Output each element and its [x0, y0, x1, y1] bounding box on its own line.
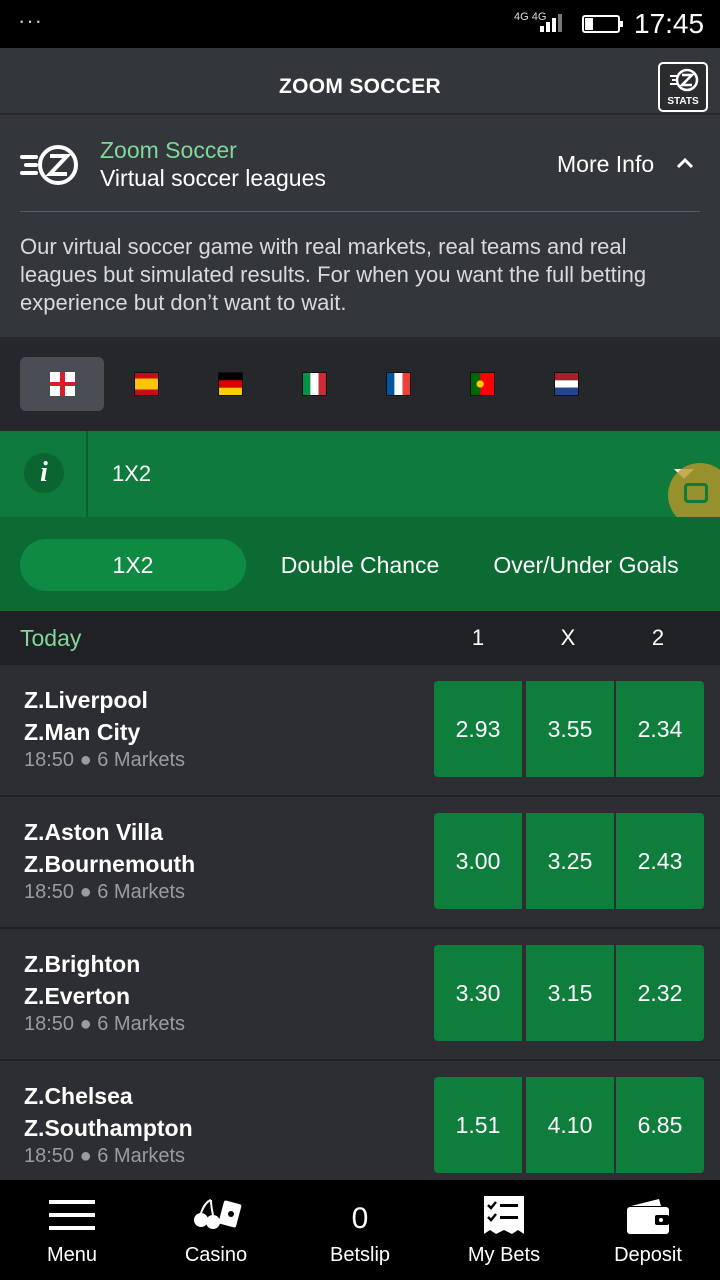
odds-group: 3.00 3.25 2.43 — [434, 813, 704, 909]
league-tab-spain[interactable] — [104, 357, 188, 411]
odds-draw-button[interactable]: 3.15 — [526, 945, 614, 1041]
event-meta: 18:50 ● 6 Markets — [24, 1013, 186, 1035]
battery-icon — [582, 15, 623, 33]
germany-flag-icon — [218, 372, 243, 396]
zoom-soccer-logo-icon — [20, 145, 78, 185]
netherlands-flag-icon — [554, 372, 579, 396]
event-row[interactable]: Z.Chelsea Z.Southampton 18:50 ● 6 Market… — [0, 1061, 720, 1180]
video-icon — [684, 483, 708, 503]
home-team: Z.Liverpool — [24, 687, 148, 713]
product-subtitle: Virtual soccer leagues — [100, 165, 326, 191]
hamburger-menu-icon — [49, 1200, 95, 1230]
away-team: Z.Bournemouth — [24, 851, 196, 877]
stats-label: STATS — [667, 96, 699, 107]
product-name: Zoom Soccer — [100, 137, 237, 163]
nav-menu-label: Menu — [46, 1244, 98, 1266]
odds-column-header: Today 1 X 2 — [0, 611, 720, 665]
odds-home-button[interactable]: 1.51 — [434, 1077, 522, 1173]
event-meta: 18:50 ● 6 Markets — [24, 749, 186, 771]
event-row[interactable]: Z.Aston Villa Z.Bournemouth 18:50 ● 6 Ma… — [0, 797, 720, 929]
nav-deposit[interactable]: Deposit — [576, 1180, 720, 1280]
nav-betslip[interactable]: 0 Betslip — [288, 1180, 432, 1280]
nav-betslip-label: Betslip — [329, 1244, 391, 1266]
odds-away-button[interactable]: 2.32 — [616, 945, 704, 1041]
event-meta: 18:50 ● 6 Markets — [24, 881, 186, 903]
receipt-checklist-icon — [484, 1196, 524, 1234]
market-tabs: 1X2 Double Chance Over/Under Goals — [0, 517, 720, 611]
column-draw: X — [560, 625, 576, 650]
clock: 17:45 — [634, 8, 705, 39]
league-tab-portugal[interactable] — [440, 357, 524, 411]
league-tab-france[interactable] — [356, 357, 440, 411]
home-team: Z.Chelsea — [24, 1083, 133, 1109]
day-label: Today — [20, 625, 82, 651]
market-selector: i 1X2 — [0, 431, 720, 527]
notification-dots: ··· — [18, 8, 43, 33]
odds-away-button[interactable]: 6.85 — [616, 1077, 704, 1173]
tab-over-under-goals[interactable]: Over/Under Goals — [474, 539, 698, 591]
odds-group: 1.51 4.10 6.85 — [434, 1077, 704, 1173]
wallet-icon — [627, 1199, 669, 1234]
betslip-count: 0 — [351, 1202, 369, 1235]
nav-my-bets-label: My Bets — [467, 1244, 541, 1266]
column-away: 2 — [651, 625, 665, 650]
bottom-nav: Menu Casino 0 Betslip My Bets Deposit — [0, 1180, 720, 1280]
info-icon: i — [24, 453, 64, 493]
column-home: 1 — [471, 625, 485, 650]
market-info-button[interactable]: i — [0, 431, 88, 517]
tab-1x2[interactable]: 1X2 — [20, 539, 246, 591]
italy-flag-icon — [302, 372, 327, 396]
odds-draw-button[interactable]: 4.10 — [526, 1077, 614, 1173]
odds-home-button[interactable]: 3.30 — [434, 945, 522, 1041]
nav-casino[interactable]: Casino — [144, 1180, 288, 1280]
league-tab-germany[interactable] — [188, 357, 272, 411]
event-row[interactable]: Z.Liverpool Z.Man City 18:50 ● 6 Markets… — [0, 665, 720, 797]
away-team: Z.Southampton — [24, 1115, 193, 1141]
odds-away-button[interactable]: 2.34 — [616, 681, 704, 777]
page-title: ZOOM SOCCER — [279, 75, 441, 98]
home-team: Z.Aston Villa — [24, 819, 163, 845]
spain-flag-icon — [134, 372, 159, 396]
home-team: Z.Brighton — [24, 951, 141, 977]
event-row[interactable]: Z.Brighton Z.Everton 18:50 ● 6 Markets 3… — [0, 929, 720, 1061]
nav-casino-label: Casino — [184, 1244, 248, 1266]
info-panel: Zoom Soccer Virtual soccer leagues More … — [0, 115, 720, 337]
nav-menu[interactable]: Menu — [0, 1180, 144, 1280]
zoom-logo-icon — [670, 68, 699, 92]
league-selector — [0, 337, 720, 431]
away-team: Z.Everton — [24, 983, 131, 1009]
stats-button[interactable]: STATS — [658, 62, 708, 112]
tab-double-chance[interactable]: Double Chance — [262, 539, 458, 591]
france-flag-icon — [386, 372, 411, 396]
odds-group: 3.30 3.15 2.32 — [434, 945, 704, 1041]
league-tab-netherlands[interactable] — [524, 357, 608, 411]
league-tab-italy[interactable] — [272, 357, 356, 411]
odds-draw-button[interactable]: 3.25 — [526, 813, 614, 909]
signal-icon — [540, 14, 562, 32]
odds-home-button[interactable]: 3.00 — [434, 813, 522, 909]
status-bar: ··· 4G 4G 17:45 — [0, 0, 720, 48]
nav-deposit-label: Deposit — [614, 1244, 682, 1266]
app-header: ZOOM SOCCER STATS — [0, 48, 720, 114]
england-flag-icon — [50, 372, 75, 396]
league-tab-england[interactable] — [20, 357, 104, 411]
odds-home-button[interactable]: 2.93 — [434, 681, 522, 777]
odds-draw-button[interactable]: 3.55 — [526, 681, 614, 777]
product-description: Our virtual soccer game with real market… — [20, 234, 647, 315]
event-meta: 18:50 ● 6 Markets — [24, 1145, 186, 1167]
chevron-up-icon[interactable] — [676, 157, 694, 169]
market-dropdown[interactable]: 1X2 — [112, 461, 151, 487]
away-team: Z.Man City — [24, 719, 141, 745]
odds-group: 2.93 3.55 2.34 — [434, 681, 704, 777]
casino-cherries-cards-icon — [194, 1199, 242, 1229]
more-info-button[interactable]: More Info — [557, 151, 654, 178]
divider — [20, 211, 700, 212]
odds-away-button[interactable]: 2.43 — [616, 813, 704, 909]
portugal-flag-icon — [470, 372, 495, 396]
nav-my-bets[interactable]: My Bets — [432, 1180, 576, 1280]
